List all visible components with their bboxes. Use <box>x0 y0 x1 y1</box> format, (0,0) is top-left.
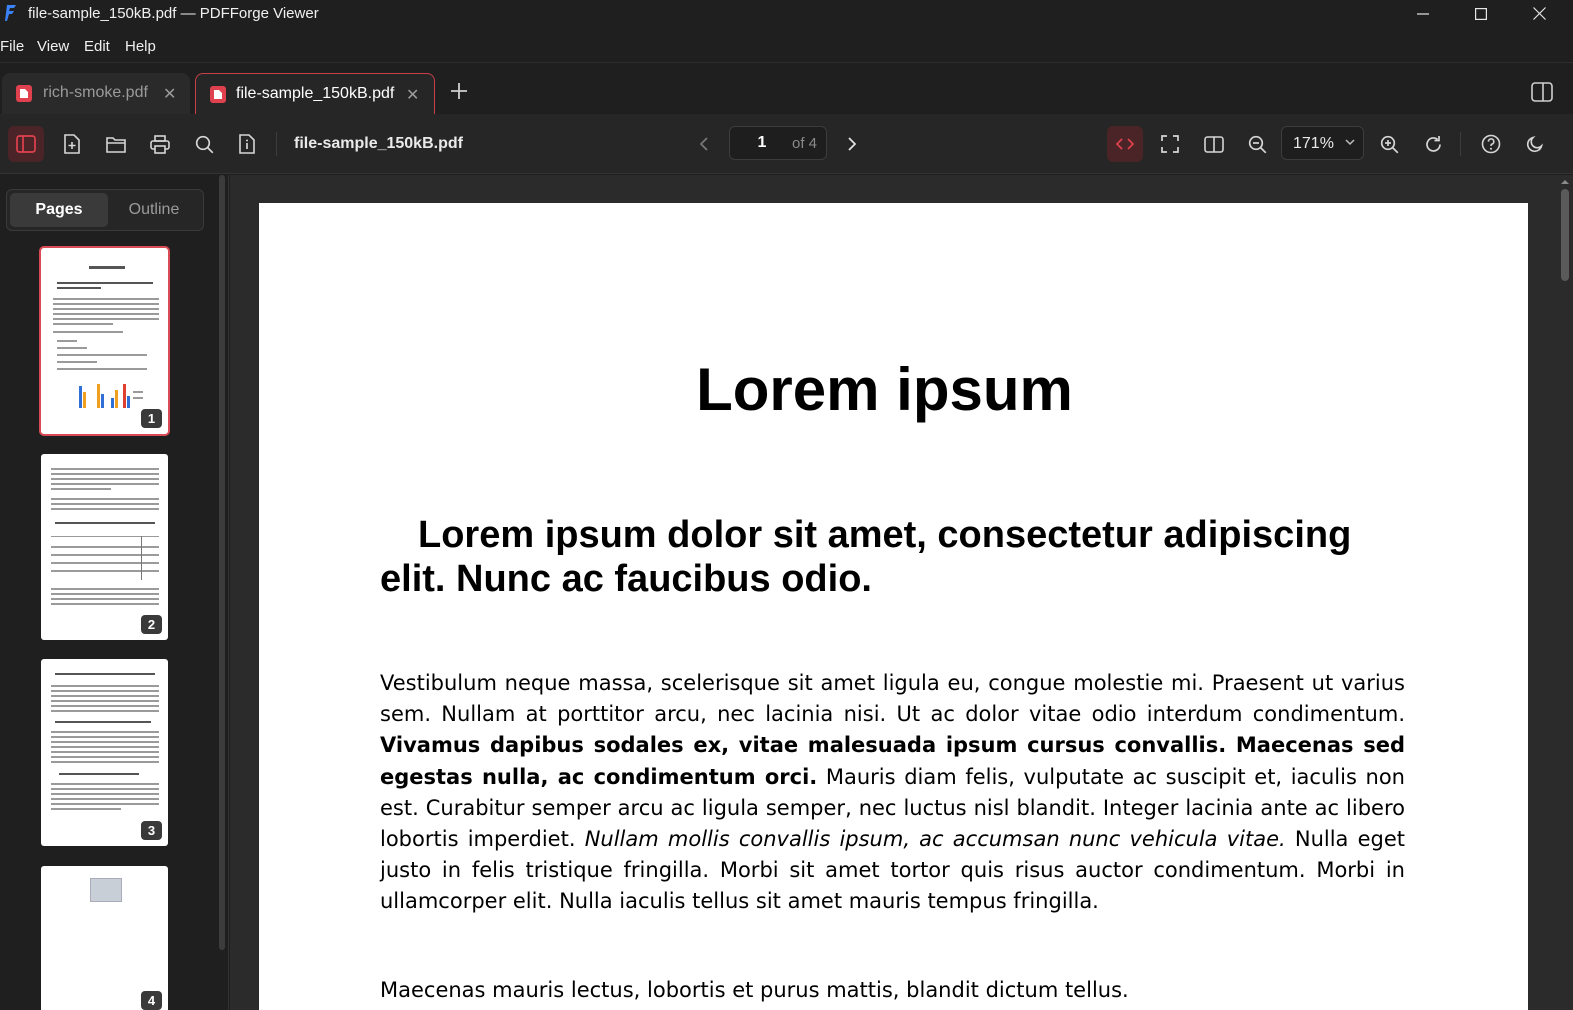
paragraph-text: Vestibulum neque massa, scelerisque sit … <box>380 671 1405 727</box>
page-thumbnail-3[interactable]: 3 <box>41 659 168 846</box>
paragraph-italic-text: Nullam mollis convallis ipsum, ac accums… <box>584 827 1286 852</box>
viewer-scrollbar-thumb[interactable] <box>1561 189 1569 281</box>
scroll-up-arrow-icon[interactable] <box>1557 177 1573 187</box>
tab-file-sample[interactable]: file-sample_150kB.pdf ✕ <box>195 73 435 114</box>
pdf-page: Lorem ipsum Lorem ipsum dolor sit amet, … <box>259 203 1528 1010</box>
close-window-button[interactable] <box>1510 0 1568 27</box>
viewer-scrollbar[interactable] <box>1557 175 1573 1010</box>
close-icon <box>1532 7 1546 20</box>
search-icon <box>195 135 213 153</box>
toolbar-divider <box>1460 132 1461 156</box>
rotate-icon <box>1425 135 1441 152</box>
zoom-in-icon <box>1380 135 1398 153</box>
sidebar-tab-switch: Pages Outline <box>6 189 204 231</box>
thumbnail-image <box>90 878 122 902</box>
body-paragraph: Vestibulum neque massa, scelerisque sit … <box>380 668 1405 918</box>
tab-rich-smoke[interactable]: rich-smoke.pdf ✕ <box>2 73 190 114</box>
sidebar: Pages Outline 1 2 3 4 <box>0 175 229 1010</box>
file-info-icon <box>239 134 255 154</box>
zoom-level-select[interactable]: 171% <box>1281 126 1364 160</box>
chevron-left-icon <box>699 137 708 151</box>
tab-pages[interactable]: Pages <box>10 193 108 227</box>
menu-edit[interactable]: Edit <box>84 38 110 55</box>
new-tab-plus-icon[interactable] <box>448 80 470 102</box>
chevron-down-icon <box>1345 139 1355 146</box>
page-number-input[interactable] <box>730 127 794 159</box>
window-title: file-sample_150kB.pdf — PDFForge Viewer <box>28 5 319 22</box>
toolbar-divider <box>276 132 277 156</box>
zoom-out-button[interactable] <box>1239 126 1275 162</box>
app-logo-icon <box>5 5 16 21</box>
page-navigator: of 4 <box>729 126 827 160</box>
folder-icon <box>106 136 126 153</box>
title-bar: file-sample_150kB.pdf — PDFForge Viewer <box>0 0 1573 27</box>
code-brackets-icon <box>1116 138 1134 150</box>
toolbar: file-sample_150kB.pdf of 4 <box>0 114 1573 174</box>
page-thumbnail-4[interactable]: 4 <box>41 866 168 1010</box>
body-paragraph-2: Maecenas mauris lectus, lobortis et puru… <box>380 978 1129 1002</box>
previous-page-button[interactable] <box>686 126 722 162</box>
document-subtitle: Lorem ipsum dolor sit amet, consectetur … <box>380 514 1352 600</box>
maximize-button[interactable] <box>1452 0 1510 27</box>
split-view-icon[interactable] <box>1531 82 1553 102</box>
minimize-icon <box>1417 12 1429 15</box>
print-button[interactable] <box>142 126 178 162</box>
next-page-button[interactable] <box>834 126 870 162</box>
fullscreen-button[interactable] <box>1152 126 1188 162</box>
dark-mode-toggle[interactable] <box>1517 126 1553 162</box>
tab-outline[interactable]: Outline <box>108 193 200 227</box>
document-viewer: Lorem ipsum Lorem ipsum dolor sit amet, … <box>230 175 1573 1010</box>
menu-help[interactable]: Help <box>125 38 156 55</box>
document-title: Lorem ipsum <box>696 356 1073 423</box>
moon-icon <box>1526 136 1543 153</box>
sidebar-panel-icon <box>16 135 36 153</box>
page-thumbnail-1[interactable]: 1 <box>39 246 170 436</box>
fullscreen-icon <box>1161 135 1179 153</box>
tab-label: rich-smoke.pdf <box>43 84 148 101</box>
pdf-file-icon <box>210 86 226 103</box>
two-page-view-button[interactable] <box>1196 126 1232 162</box>
minimize-button[interactable] <box>1394 0 1452 27</box>
help-button[interactable] <box>1473 126 1509 162</box>
close-tab-icon[interactable]: ✕ <box>406 85 419 105</box>
zoom-value: 171% <box>1293 135 1334 152</box>
pdf-file-icon <box>16 85 32 102</box>
sidebar-scrollbar-thumb[interactable] <box>219 175 225 950</box>
file-plus-icon <box>64 134 80 154</box>
book-open-icon <box>1204 135 1224 153</box>
page-thumbnail-2[interactable]: 2 <box>41 454 168 640</box>
page-total: of 4 <box>792 135 818 152</box>
zoom-out-icon <box>1248 135 1266 153</box>
thumbnail-page-number: 2 <box>141 615 162 634</box>
thumbnail-page-number: 1 <box>141 409 162 428</box>
menu-bar: File View Edit Help <box>0 27 1573 63</box>
chevron-right-icon <box>848 137 857 151</box>
open-folder-button[interactable] <box>98 126 134 162</box>
tab-bar: rich-smoke.pdf ✕ file-sample_150kB.pdf ✕ <box>0 64 1573 114</box>
search-button[interactable] <box>186 126 222 162</box>
rotate-button[interactable] <box>1415 126 1451 162</box>
maximize-icon <box>1475 7 1487 20</box>
tab-label: file-sample_150kB.pdf <box>236 85 395 102</box>
zoom-in-button[interactable] <box>1371 126 1407 162</box>
new-file-button[interactable] <box>54 126 90 162</box>
source-view-button[interactable] <box>1107 126 1143 162</box>
menu-file[interactable]: File <box>0 38 24 55</box>
printer-icon <box>150 134 170 154</box>
close-tab-icon[interactable]: ✕ <box>163 84 176 104</box>
document-info-button[interactable] <box>229 126 265 162</box>
sidebar-scrollbar[interactable] <box>218 175 226 950</box>
thumbnail-page-number: 4 <box>141 991 162 1010</box>
help-circle-icon <box>1481 134 1501 154</box>
toggle-sidebar-button[interactable] <box>8 126 44 162</box>
menu-view[interactable]: View <box>37 38 69 55</box>
thumbnail-page-number: 3 <box>141 821 162 840</box>
document-name: file-sample_150kB.pdf <box>294 135 463 152</box>
